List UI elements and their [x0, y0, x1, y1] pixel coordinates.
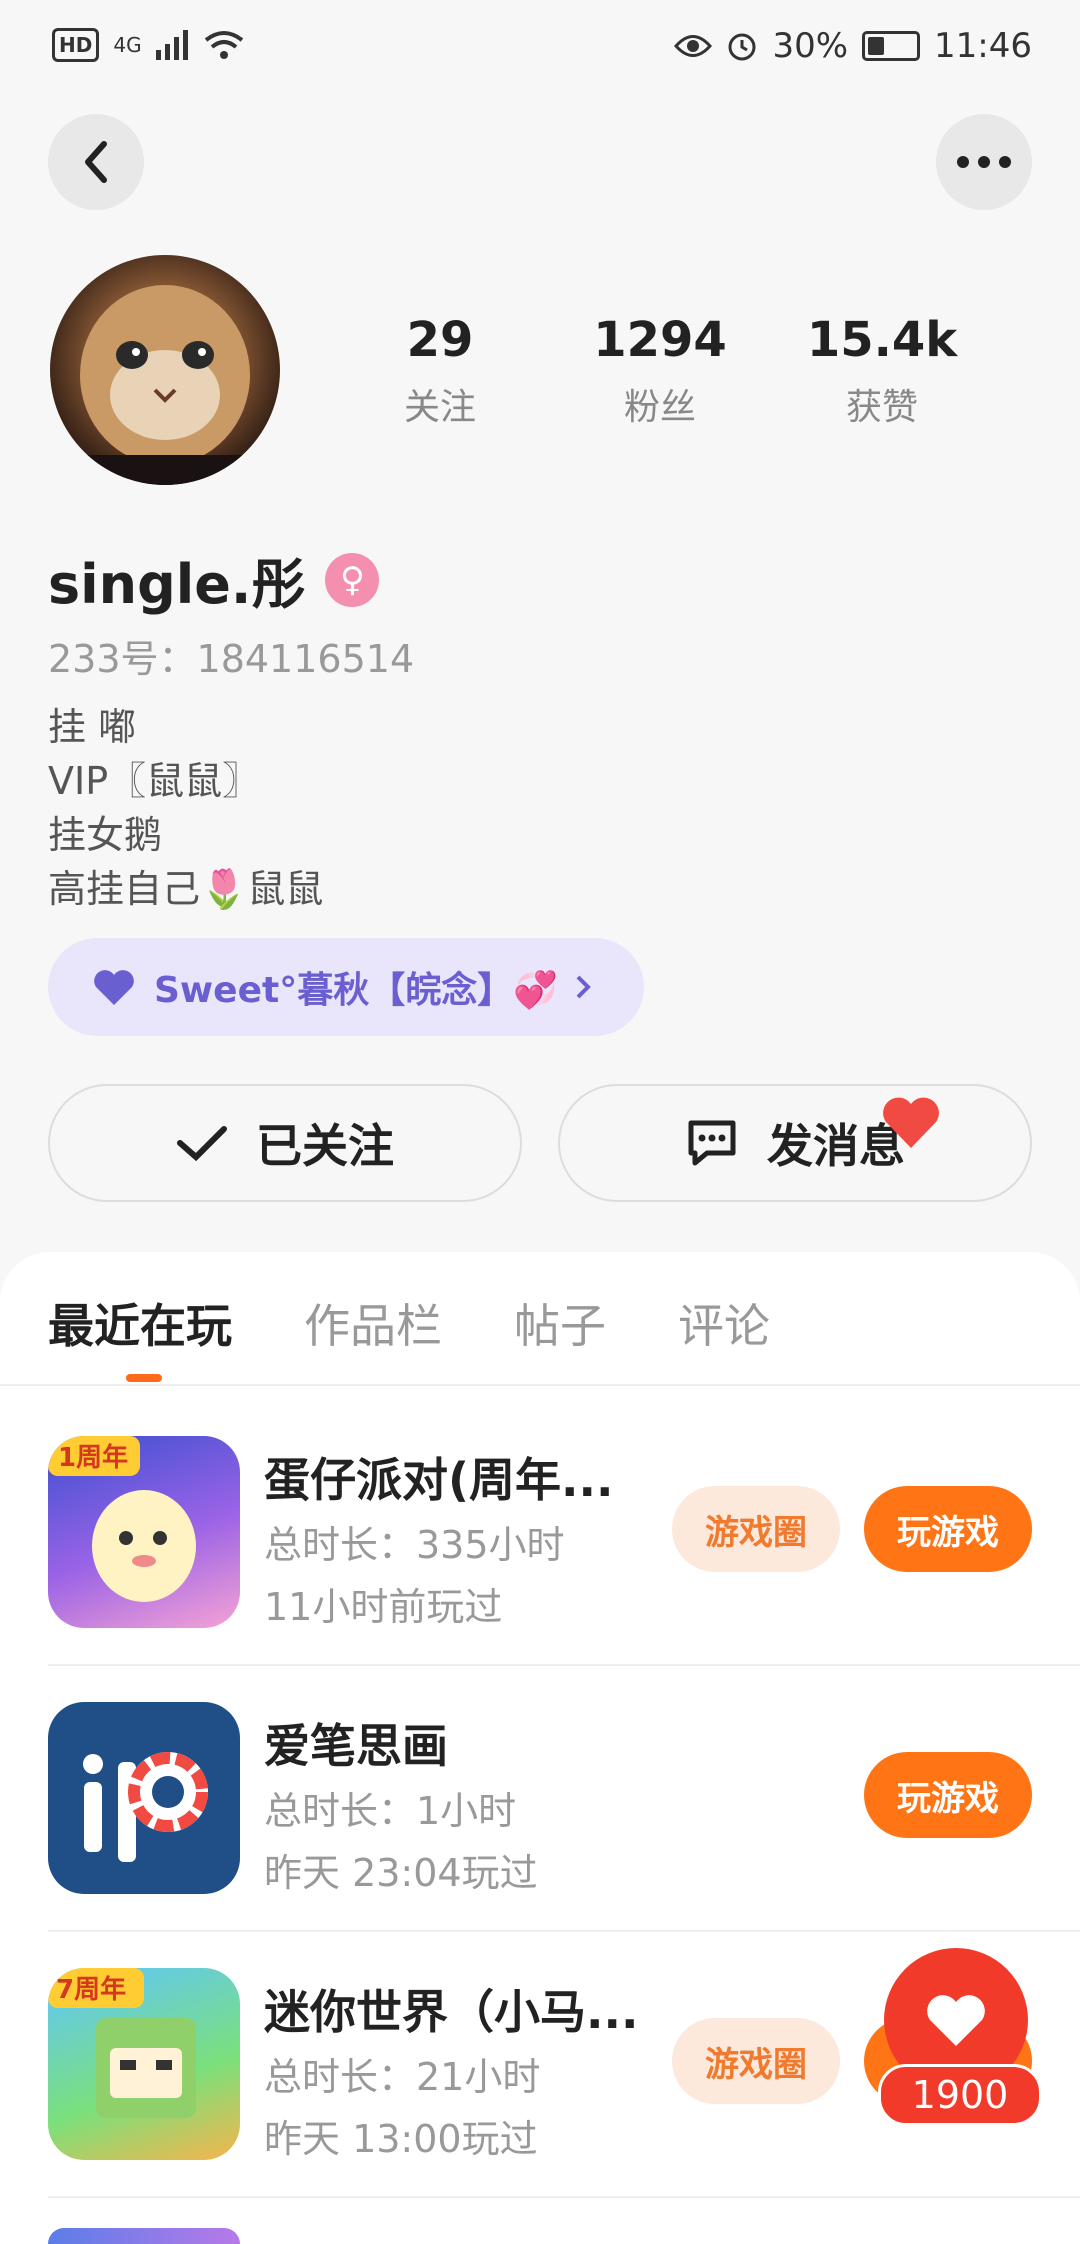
- check-icon: [177, 1126, 227, 1162]
- game-icon: [48, 1702, 240, 1894]
- bio-line: 挂女鹅: [48, 813, 163, 857]
- floating-heart-icon: [883, 1097, 939, 1148]
- game-badge: 7周年: [56, 1974, 126, 2005]
- row-divider: [48, 2196, 1080, 2198]
- play-game-button[interactable]: 玩游戏: [864, 1752, 1032, 1838]
- network-type: 4G: [113, 33, 142, 57]
- stat-following-label: 关注: [403, 387, 476, 428]
- more-dots-icon: [957, 156, 1011, 168]
- stat-likes[interactable]: 15.4k 获赞: [782, 310, 982, 430]
- game-icon: 7周年: [48, 1968, 240, 2160]
- game-last-played: 昨天 13:00玩过: [264, 2117, 538, 2161]
- game-icon-peek: [48, 2228, 240, 2244]
- stat-fans-label: 粉丝: [623, 387, 696, 428]
- profile-name: single.彤: [48, 553, 306, 616]
- stat-fans[interactable]: 1294 粉丝: [560, 310, 760, 430]
- game-icon: 1周年: [48, 1436, 240, 1628]
- tab-indicator: [126, 1374, 162, 1382]
- status-bar: HD 4G 30% 11:46: [0, 0, 1080, 100]
- tab-divider: [0, 1384, 1080, 1386]
- relation-tag-label: Sweet°暮秋【皖念】💞: [154, 970, 559, 1011]
- game-last-played: 昨天 23:04玩过: [264, 1851, 538, 1895]
- cat-avatar-image: [50, 285, 280, 485]
- game-circle-button[interactable]: 游戏圈: [672, 1486, 840, 1572]
- game-title: 蛋仔派对(周年...: [264, 1453, 614, 1507]
- alarm-icon: [728, 33, 756, 61]
- tab-recent[interactable]: 最近在玩: [48, 1290, 232, 1356]
- bio-line: 高挂自己🌷鼠鼠: [48, 867, 324, 911]
- female-gender-icon: ♀: [325, 552, 380, 607]
- user-id: 233号：184116514: [48, 637, 415, 681]
- chevron-right-icon: [576, 975, 591, 999]
- profile-name-row: single.彤 ♀: [48, 540, 380, 619]
- stat-likes-label: 获赞: [845, 387, 918, 428]
- game-duration: 总时长：1小时: [264, 1789, 517, 1833]
- game-row[interactable]: 爱笔思画 总时长：1小时 昨天 23:04玩过 玩游戏: [0, 1666, 1080, 1932]
- game-last-played: 11小时前玩过: [264, 1585, 503, 1629]
- bio-line: VIP〖鼠鼠〗: [48, 759, 261, 803]
- game-badge: 1周年: [58, 1442, 128, 1473]
- stat-fans-value: 1294: [593, 312, 727, 368]
- stat-following[interactable]: 29 关注: [340, 310, 540, 430]
- hd-indicator: HD: [52, 28, 100, 62]
- battery-percent: 30%: [772, 26, 849, 66]
- game-title: 爱笔思画: [264, 1719, 448, 1773]
- relation-tag[interactable]: Sweet°暮秋【皖念】💞: [48, 938, 644, 1036]
- tab-posts[interactable]: 帖子: [514, 1290, 606, 1356]
- follow-button-label: 已关注: [256, 1119, 394, 1173]
- signal-icon: [155, 30, 188, 60]
- heart-icon: [94, 970, 134, 1005]
- tab-works[interactable]: 作品栏: [304, 1290, 442, 1356]
- game-circle-button[interactable]: 游戏圈: [672, 2018, 840, 2104]
- follow-button[interactable]: 已关注: [48, 1084, 522, 1202]
- tab-bar: 最近在玩 作品栏 帖子 评论: [48, 1290, 770, 1356]
- bio-line: 挂 嘟: [48, 705, 137, 749]
- profile-bio: 挂 嘟 VIP〖鼠鼠〗 挂女鹅 高挂自己🌷鼠鼠: [48, 700, 323, 916]
- tab-comments[interactable]: 评论: [678, 1290, 770, 1356]
- chevron-left-icon: [85, 141, 107, 183]
- stat-likes-value: 15.4k: [806, 312, 958, 368]
- clock-time: 11:46: [934, 26, 1032, 66]
- game-duration: 总时长：21小时: [264, 2055, 541, 2099]
- game-row[interactable]: 1周年 蛋仔派对(周年... 总时长：335小时 11小时前玩过 游戏圈 玩游戏: [0, 1400, 1080, 1666]
- chat-bubble-icon: [688, 1120, 736, 1166]
- game-title: 迷你世界（小马...: [264, 1985, 639, 2039]
- wifi-icon: [204, 31, 243, 59]
- play-game-button[interactable]: 玩游戏: [864, 1486, 1032, 1572]
- message-button[interactable]: 发消息: [558, 1084, 1032, 1202]
- battery-icon: [862, 31, 921, 61]
- stat-following-value: 29: [406, 312, 474, 368]
- more-button[interactable]: [936, 114, 1032, 210]
- game-duration: 总时长：335小时: [264, 1523, 565, 1567]
- eye-icon: [674, 35, 713, 57]
- back-button[interactable]: [48, 114, 144, 210]
- avatar[interactable]: [50, 255, 280, 485]
- heart-icon: [927, 1995, 985, 2046]
- like-count-badge: 1900: [878, 2064, 1042, 2126]
